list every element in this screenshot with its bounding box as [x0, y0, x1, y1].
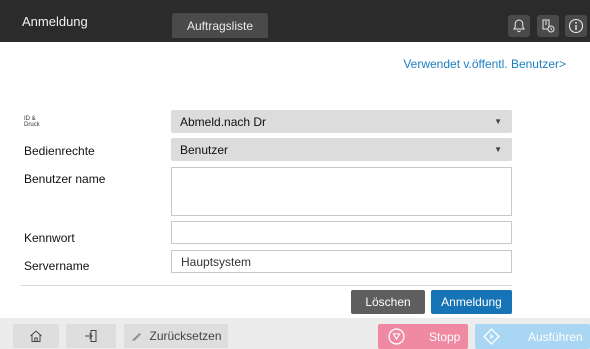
username-field[interactable] — [171, 167, 512, 216]
auth-method-select[interactable]: Abmeld.nach Dr ▼ — [171, 110, 512, 133]
reset-button[interactable]: Zurücksetzen — [124, 324, 228, 348]
rights-value: Benutzer — [180, 142, 229, 157]
stop-label: Stopp — [429, 329, 461, 344]
info-button[interactable] — [565, 15, 587, 37]
reset-label: Zurücksetzen — [149, 329, 222, 343]
start-button[interactable]: Ausführen — [475, 324, 590, 349]
password-field[interactable] — [171, 221, 512, 244]
dropdown-arrow-icon: ▼ — [494, 145, 502, 154]
auth-method-label: ID & Druck — [24, 116, 40, 128]
auth-label-line2: Druck — [24, 122, 40, 128]
tab-anmeldung[interactable]: Anmeldung — [0, 0, 150, 42]
logout-icon — [85, 330, 97, 342]
stop-icon — [388, 328, 405, 345]
eraser-icon — [132, 332, 142, 341]
dropdown-arrow-icon: ▼ — [494, 117, 502, 126]
rights-label: Bedienrechte — [24, 144, 95, 158]
bell-icon — [513, 19, 525, 33]
auth-method-value: Abmeld.nach Dr — [180, 114, 267, 129]
info-icon — [568, 18, 584, 34]
login-button[interactable]: Anmeldung — [431, 290, 512, 314]
device-status-icon — [542, 19, 555, 33]
start-label: Ausführen — [528, 329, 583, 344]
start-icon — [483, 328, 500, 345]
logout-button[interactable] — [66, 324, 116, 348]
device-status-button[interactable] — [537, 15, 559, 37]
divider — [20, 285, 512, 286]
rights-select[interactable]: Benutzer ▼ — [171, 138, 512, 161]
tab-auftragsliste[interactable]: Auftragsliste — [172, 13, 268, 38]
bell-icon-button[interactable] — [508, 15, 530, 37]
password-label: Kennwort — [24, 231, 75, 245]
public-user-link[interactable]: Verwendet v.öffentl. Benutzer> — [403, 57, 566, 71]
server-label: Servername — [24, 259, 90, 273]
username-label: Benutzer name — [24, 172, 106, 186]
server-field[interactable]: Hauptsystem — [171, 250, 512, 273]
delete-button[interactable]: Löschen — [351, 290, 425, 314]
home-icon — [30, 330, 42, 342]
stop-button[interactable]: Stopp — [378, 324, 468, 349]
home-button[interactable] — [13, 324, 59, 348]
